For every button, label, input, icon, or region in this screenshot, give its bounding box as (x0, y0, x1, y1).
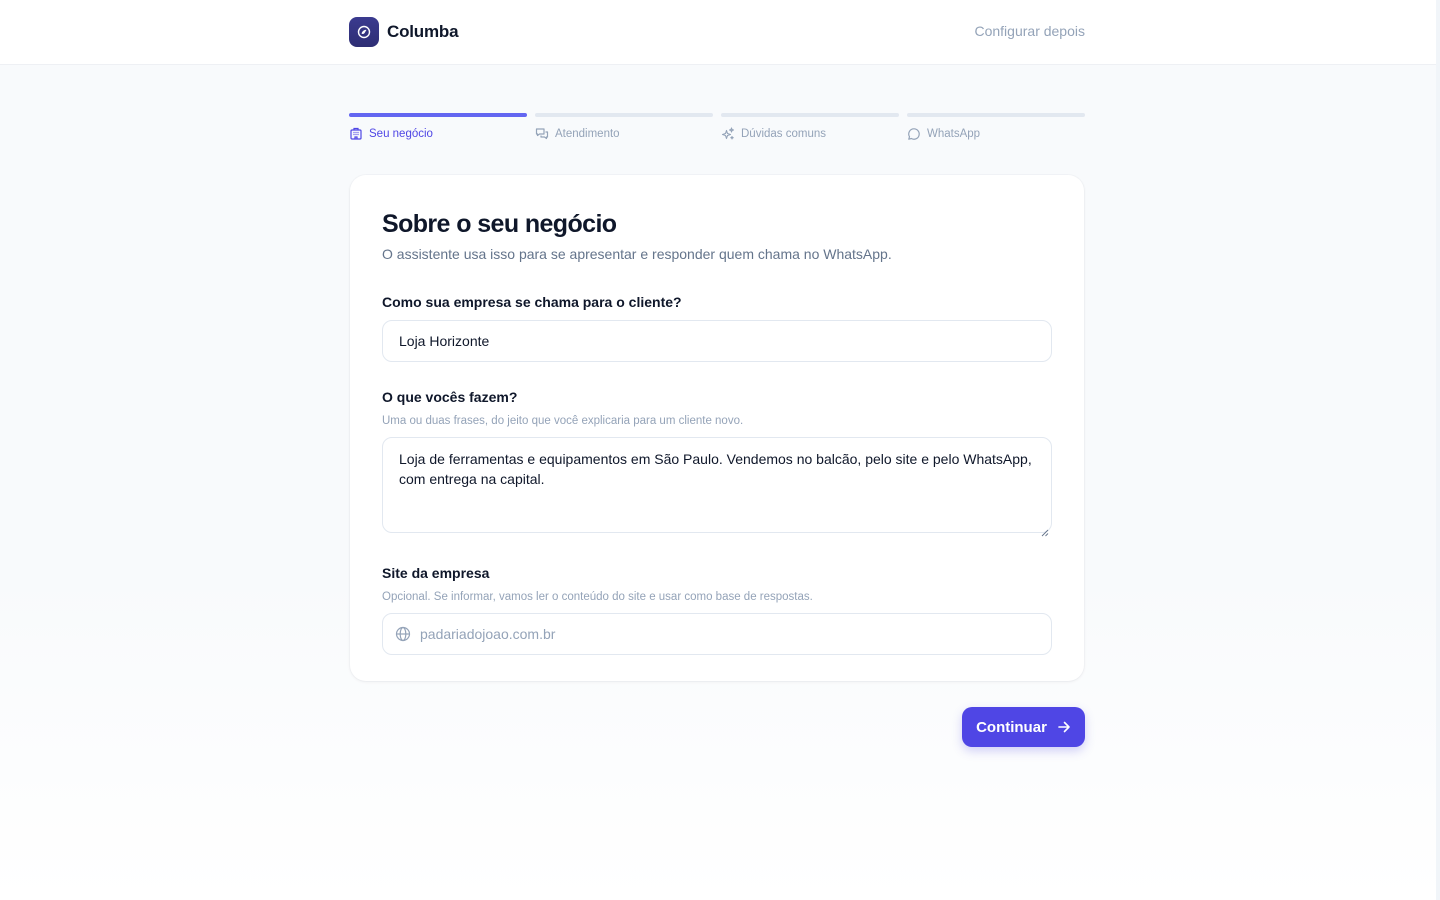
description-label: O que vocês fazem? (382, 389, 518, 405)
globe-icon (395, 626, 411, 642)
description-hint: Uma ou duas frases, do jeito que você ex… (382, 415, 744, 427)
company-name-group: Como sua empresa se chama para o cliente… (382, 293, 1052, 362)
website-placeholder: padariadojoao.com.br (420, 626, 556, 642)
continue-label: Continuar (976, 718, 1047, 736)
card-title: Sobre o seu negócio (382, 210, 617, 238)
description-group: O que vocês fazem? Uma ou duas frases, d… (382, 388, 1052, 537)
step-label: Atendimento (555, 128, 620, 140)
sparkles-icon (721, 127, 735, 141)
company-name-label: Como sua empresa se chama para o cliente… (382, 294, 682, 310)
step-progress-bar (535, 113, 713, 117)
chat-bubbles-icon (535, 127, 549, 141)
columba-logo-icon (349, 17, 379, 47)
step-progress-bar (907, 113, 1085, 117)
arrow-right-icon (1057, 720, 1071, 734)
brand-name: Columba (387, 22, 459, 41)
scrollbar[interactable] (1436, 0, 1440, 900)
website-label: Site da empresa (382, 565, 490, 581)
step-seu-negocio[interactable]: Seu negócio (349, 113, 527, 141)
brand[interactable]: Columba (349, 17, 459, 47)
step-label: Seu negócio (369, 128, 433, 140)
message-circle-icon (907, 127, 921, 141)
continue-button[interactable]: Continuar (962, 707, 1085, 747)
resize-handle-icon[interactable] (1041, 522, 1049, 537)
description-value: Loja de ferramentas e equipamentos em Sã… (399, 451, 1032, 487)
onboarding-stepper: Seu negócio Atendimento Dúvidas comuns W… (349, 113, 1085, 141)
step-label: Dúvidas comuns (741, 128, 827, 140)
company-name-value: Loja Horizonte (399, 333, 490, 349)
business-info-card: Sobre o seu negócio O assistente usa iss… (350, 175, 1084, 681)
step-atendimento[interactable]: Atendimento (535, 113, 713, 141)
website-group: Site da empresa Opcional. Se informar, v… (382, 564, 1052, 655)
website-input[interactable]: padariadojoao.com.br (382, 613, 1052, 655)
card-subtitle: O assistente usa isso para se apresentar… (382, 246, 892, 262)
step-progress-bar (349, 113, 527, 117)
company-name-input[interactable]: Loja Horizonte (382, 320, 1052, 362)
step-whatsapp[interactable]: WhatsApp (907, 113, 1085, 141)
step-label: WhatsApp (927, 128, 981, 140)
step-progress-bar (721, 113, 899, 117)
configure-later-link[interactable]: Configurar depois (974, 23, 1085, 39)
description-textarea[interactable]: Loja de ferramentas e equipamentos em Sã… (382, 437, 1052, 537)
top-bar: Columba Configurar depois (0, 0, 1436, 65)
step-duvidas-comuns[interactable]: Dúvidas comuns (721, 113, 899, 141)
building-icon (349, 127, 363, 141)
website-hint: Opcional. Se informar, vamos ler o conte… (382, 591, 813, 603)
